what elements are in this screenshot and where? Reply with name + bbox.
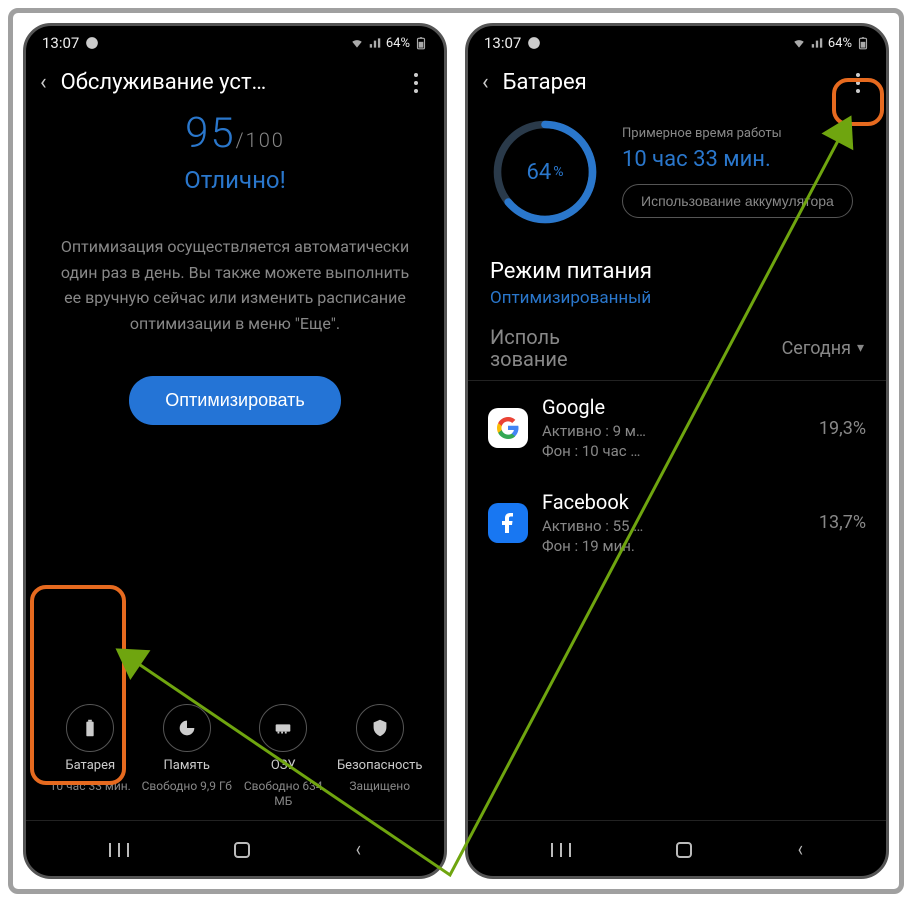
facebook-app-icon [488, 503, 528, 543]
tile-battery[interactable]: Батарея 10 час 33 мин. [42, 704, 139, 810]
nav-bar: ‹ [468, 820, 886, 876]
battery-icon [414, 36, 428, 50]
shield-tile-icon [356, 704, 404, 752]
battery-ring: 64% [488, 115, 602, 229]
tile-ram-label: ОЗУ [271, 758, 296, 773]
usage-label: Исполь зование [490, 326, 568, 370]
estimate-time: 10 час 33 мин. [622, 147, 866, 172]
wifi-icon [792, 36, 806, 50]
back-icon[interactable]: ‹ [482, 70, 489, 95]
title-bar: ‹ Обслуживание уст… [26, 56, 444, 105]
signal-icon [368, 36, 382, 50]
title-bar: ‹ Батарея [468, 56, 886, 105]
tile-battery-label: Батарея [65, 758, 115, 773]
app-usage-list: Google Активно : 9 м… Фон : 10 час … 19,… [468, 380, 886, 570]
status-time: 13:07 [484, 34, 521, 52]
status-bar: 13:07 64% [26, 26, 444, 56]
tile-storage[interactable]: Память Свободно 9,9 Гб [139, 704, 236, 810]
usage-period-row[interactable]: Исполь зование Сегодня ▾ [468, 310, 886, 380]
app-bg: Фон : 19 мин. [542, 537, 635, 555]
page-title: Батарея [503, 70, 830, 95]
more-menu-button[interactable] [844, 73, 872, 93]
tile-ram[interactable]: ОЗУ Свободно 634 МБ [235, 704, 332, 810]
nav-bar: ‹ [26, 820, 444, 876]
app-bg: Фон : 10 час … [542, 442, 640, 460]
messenger-icon [527, 36, 541, 50]
tile-ram-sub: Свободно 634 МБ [235, 779, 332, 810]
usage-period-value: Сегодня [782, 338, 851, 359]
tile-battery-sub: 10 час 33 мин. [50, 779, 131, 795]
nav-back-button[interactable]: ‹ [355, 837, 360, 862]
tile-security[interactable]: Безопасность Защищено [332, 704, 429, 810]
battery-usage-button[interactable]: Использование аккумулятора [622, 184, 853, 218]
status-time: 13:07 [42, 34, 79, 52]
status-battery-text: 64% [828, 36, 852, 51]
nav-recent-button[interactable] [109, 843, 129, 857]
tile-storage-label: Память [164, 758, 210, 773]
tile-security-label: Безопасность [337, 758, 423, 773]
google-app-icon [488, 408, 528, 448]
battery-tile-icon [66, 704, 114, 752]
battery-content: 64% Примерное время работы 10 час 33 мин… [468, 105, 886, 820]
phone-battery: 13:07 64% ‹ Батарея [465, 23, 889, 879]
battery-percent-symbol: % [553, 164, 563, 180]
estimate-label: Примерное время работы [622, 126, 866, 141]
more-icon [844, 73, 872, 93]
app-row-facebook[interactable]: Facebook Активно : 55 … Фон : 19 мин. 13… [468, 476, 886, 571]
optimize-button[interactable]: Оптимизировать [129, 376, 340, 425]
score-display: 95/100 [185, 109, 285, 158]
app-percent: 13,7% [819, 512, 866, 533]
messenger-icon [85, 36, 99, 50]
battery-percent-value: 64 [527, 160, 552, 185]
storage-tile-icon [163, 704, 211, 752]
status-battery-text: 64% [386, 36, 410, 51]
tile-security-sub: Защищено [349, 779, 410, 795]
back-icon[interactable]: ‹ [40, 70, 47, 95]
app-row-google[interactable]: Google Активно : 9 м… Фон : 10 час … 19,… [468, 381, 886, 476]
ram-tile-icon [259, 704, 307, 752]
device-care-content: 95/100 Отлично! Оптимизация осуществляет… [26, 105, 444, 820]
optimization-description: Оптимизация осуществляется автоматически… [38, 234, 432, 336]
battery-icon [856, 36, 870, 50]
more-menu-button[interactable] [402, 73, 430, 93]
nav-home-button[interactable] [676, 842, 692, 858]
score-denominator: /100 [236, 128, 285, 152]
status-bar: 13:07 64% [468, 26, 886, 56]
app-name: Facebook [542, 490, 805, 514]
tile-storage-sub: Свободно 9,9 Гб [142, 779, 232, 795]
phone-device-care: 13:07 64% ‹ Обслуживание уст… 95/100 Отл… [23, 23, 447, 879]
screenshot-pair-frame: 13:07 64% ‹ Обслуживание уст… 95/100 Отл… [8, 8, 904, 894]
battery-summary: 64% Примерное время работы 10 час 33 мин… [468, 105, 886, 245]
power-mode-value: Оптимизированный [490, 288, 864, 308]
page-title: Обслуживание уст… [61, 70, 388, 95]
category-tiles: Батарея 10 час 33 мин. Память Свободно 9… [38, 704, 432, 810]
status-word: Отлично! [184, 166, 286, 194]
power-mode-section[interactable]: Режим питания Оптимизированный [468, 245, 886, 310]
signal-icon [810, 36, 824, 50]
app-active: Активно : 55 … [542, 517, 643, 535]
app-percent: 19,3% [819, 418, 866, 439]
usage-period-selector[interactable]: Сегодня ▾ [782, 338, 864, 359]
app-active: Активно : 9 м… [542, 422, 646, 440]
more-icon [402, 73, 430, 93]
wifi-icon [350, 36, 364, 50]
score-value: 95 [185, 109, 236, 158]
nav-back-button[interactable]: ‹ [797, 837, 802, 862]
chevron-down-icon: ▾ [857, 340, 864, 356]
power-mode-header: Режим питания [490, 259, 864, 284]
nav-home-button[interactable] [234, 842, 250, 858]
app-name: Google [542, 395, 805, 419]
nav-recent-button[interactable] [551, 843, 571, 857]
